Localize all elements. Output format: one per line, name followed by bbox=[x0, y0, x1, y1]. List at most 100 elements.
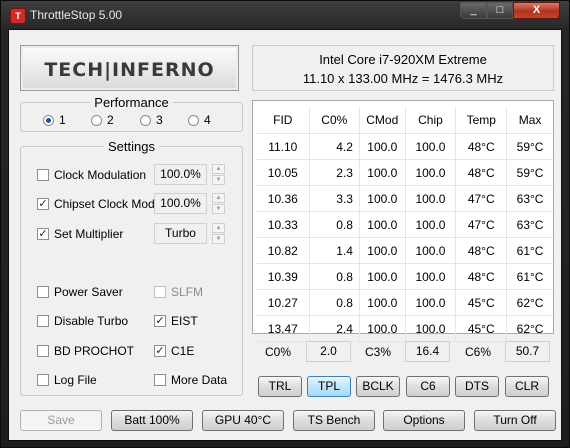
spin-down-icon[interactable]: ▼ bbox=[212, 175, 225, 185]
checkbox-unchecked-icon[interactable] bbox=[37, 169, 49, 181]
slfm-checkbox[interactable]: SLFM bbox=[154, 285, 203, 299]
performance-radio-4[interactable]: 4 bbox=[188, 113, 211, 127]
table-cell-fid: 10.39 bbox=[257, 263, 310, 290]
checkbox-unchecked-icon[interactable] bbox=[154, 374, 166, 386]
table-cell-max: 61°C bbox=[506, 263, 553, 290]
more-data-checkbox[interactable]: More Data bbox=[154, 373, 227, 387]
set-multiplier-checkbox[interactable]: ✓ Set Multiplier bbox=[37, 227, 123, 241]
cpu-core-table-panel: FID C0% CMod Chip Temp Max 11.10 4.2 100.0… bbox=[252, 100, 554, 342]
table-cell-cmod: 100.0 bbox=[358, 133, 406, 160]
bclk-button[interactable]: BCLK bbox=[356, 376, 400, 397]
c6-label: C6% bbox=[465, 345, 492, 359]
cpu-core-table: FID C0% CMod Chip Temp Max 11.10 4.2 100.0… bbox=[257, 107, 553, 342]
table-row: 10.27 0.8 100.0 100.0 45°C 62°C bbox=[257, 289, 553, 316]
techinferno-logo: TECH|INFERNO bbox=[20, 45, 239, 91]
cpu-frequency: 11.10 x 133.00 MHz = 1476.3 MHz bbox=[302, 71, 504, 86]
radio-label: 2 bbox=[107, 113, 114, 127]
close-button[interactable]: X bbox=[513, 2, 560, 19]
gpu-button[interactable]: GPU 40°C bbox=[202, 410, 284, 431]
spin-down-icon[interactable]: ▼ bbox=[212, 234, 225, 244]
table-cell-fid: 10.36 bbox=[257, 185, 310, 212]
spin-up-icon[interactable]: ▲ bbox=[212, 164, 225, 174]
title-bar[interactable]: T ThrottleStop 5.00 _ □ X bbox=[1, 1, 569, 29]
checkbox-checked-icon[interactable]: ✓ bbox=[37, 198, 49, 210]
radio-label: 1 bbox=[59, 113, 66, 127]
table-row: 10.33 0.8 100.0 100.0 47°C 63°C bbox=[257, 211, 553, 238]
table-cell-temp: 45°C bbox=[455, 289, 507, 316]
checkbox-label: C1E bbox=[171, 344, 195, 358]
table-cell-fid: 13.47 bbox=[257, 315, 310, 342]
clock-modulation-value[interactable]: 100.0% bbox=[154, 164, 207, 185]
disable-turbo-checkbox[interactable]: Disable Turbo bbox=[37, 314, 128, 328]
column-header-chip: Chip bbox=[404, 107, 456, 134]
c3-label: C3% bbox=[365, 345, 392, 359]
checkbox-unchecked-icon[interactable] bbox=[37, 345, 49, 357]
save-button[interactable]: Save bbox=[20, 410, 102, 431]
radio-icon[interactable] bbox=[140, 114, 151, 126]
chipset-clock-mod-value[interactable]: 100.0% bbox=[154, 193, 207, 214]
clock-modulation-checkbox[interactable]: Clock Modulation bbox=[37, 168, 146, 182]
set-multiplier-value[interactable]: Turbo bbox=[154, 223, 207, 244]
checkbox-unchecked-icon[interactable] bbox=[37, 374, 49, 386]
radio-icon[interactable] bbox=[91, 114, 102, 126]
spin-down-icon[interactable]: ▼ bbox=[212, 204, 225, 214]
chipset-clock-mod-checkbox[interactable]: ✓ Chipset Clock Mod bbox=[37, 197, 155, 211]
performance-radio-2[interactable]: 2 bbox=[91, 113, 114, 127]
maximize-button[interactable]: □ bbox=[487, 2, 513, 19]
spin-up-icon[interactable]: ▲ bbox=[212, 223, 225, 233]
checkbox-checked-icon[interactable]: ✓ bbox=[154, 315, 166, 327]
trl-button[interactable]: TRL bbox=[258, 376, 302, 397]
c1e-checkbox[interactable]: ✓ C1E bbox=[154, 344, 194, 358]
checkbox-label: Disable Turbo bbox=[54, 314, 129, 328]
clr-button[interactable]: CLR bbox=[505, 376, 549, 397]
batt-button[interactable]: Batt 100% bbox=[111, 410, 193, 431]
table-cell-cmod: 100.0 bbox=[358, 263, 406, 290]
eist-checkbox[interactable]: ✓ EIST bbox=[154, 314, 198, 328]
table-cell-c0: 2.4 bbox=[308, 315, 360, 342]
table-cell-c0: 2.3 bbox=[308, 159, 360, 186]
column-header-cmod: CMod bbox=[358, 107, 406, 134]
table-cell-max: 63°C bbox=[506, 211, 553, 238]
table-cell-cmod: 100.0 bbox=[358, 237, 406, 264]
column-header-max: Max bbox=[506, 107, 553, 134]
checkbox-checked-icon[interactable]: ✓ bbox=[37, 228, 49, 240]
tpl-button[interactable]: TPL bbox=[307, 376, 351, 397]
bd-prochot-checkbox[interactable]: BD PROCHOT bbox=[37, 344, 134, 358]
throttlestop-app-icon[interactable]: T bbox=[10, 8, 26, 24]
settings-group: Settings Clock Modulation 100.0% ▲ ▼ ✓ C… bbox=[20, 139, 243, 396]
checkbox-disabled-icon[interactable] bbox=[154, 286, 166, 298]
power-saver-checkbox[interactable]: Power Saver bbox=[37, 285, 123, 299]
table-cell-chip: 100.0 bbox=[404, 133, 456, 160]
performance-title: Performance bbox=[90, 95, 173, 110]
checkbox-unchecked-icon[interactable] bbox=[37, 286, 49, 298]
minimize-button[interactable]: _ bbox=[460, 2, 487, 19]
set-multiplier-spinner[interactable]: ▲ ▼ bbox=[212, 223, 225, 244]
table-cell-max: 63°C bbox=[506, 185, 553, 212]
table-cell-max: 62°C bbox=[506, 315, 553, 342]
table-cell-max: 59°C bbox=[506, 159, 553, 186]
clock-modulation-spinner[interactable]: ▲ ▼ bbox=[212, 164, 225, 185]
table-cell-chip: 100.0 bbox=[404, 263, 456, 290]
checkbox-label: Set Multiplier bbox=[54, 227, 124, 241]
options-button[interactable]: Options bbox=[383, 410, 465, 431]
checkbox-label: Power Saver bbox=[54, 285, 123, 299]
turn-off-button[interactable]: Turn Off bbox=[474, 410, 556, 431]
radio-selected-icon[interactable] bbox=[43, 114, 54, 126]
log-file-checkbox[interactable]: Log File bbox=[37, 373, 97, 387]
radio-icon[interactable] bbox=[188, 114, 199, 126]
logo-text: TECH|INFERNO bbox=[44, 59, 215, 81]
performance-radio-3[interactable]: 3 bbox=[140, 113, 163, 127]
chipset-clock-mod-spinner[interactable]: ▲ ▼ bbox=[212, 193, 225, 214]
c0-label: C0% bbox=[265, 345, 292, 359]
table-cell-fid: 10.05 bbox=[257, 159, 310, 186]
table-row: 10.36 3.3 100.0 100.0 47°C 63°C bbox=[257, 185, 553, 212]
performance-radio-1[interactable]: 1 bbox=[43, 113, 66, 127]
checkbox-checked-icon[interactable]: ✓ bbox=[154, 345, 166, 357]
table-cell-fid: 10.27 bbox=[257, 289, 310, 316]
spin-up-icon[interactable]: ▲ bbox=[212, 193, 225, 203]
c6-button[interactable]: C6 bbox=[406, 376, 450, 397]
dts-button[interactable]: DTS bbox=[455, 376, 499, 397]
ts-bench-button[interactable]: TS Bench bbox=[293, 410, 375, 431]
checkbox-unchecked-icon[interactable] bbox=[37, 315, 49, 327]
checkbox-label: Log File bbox=[54, 373, 97, 387]
